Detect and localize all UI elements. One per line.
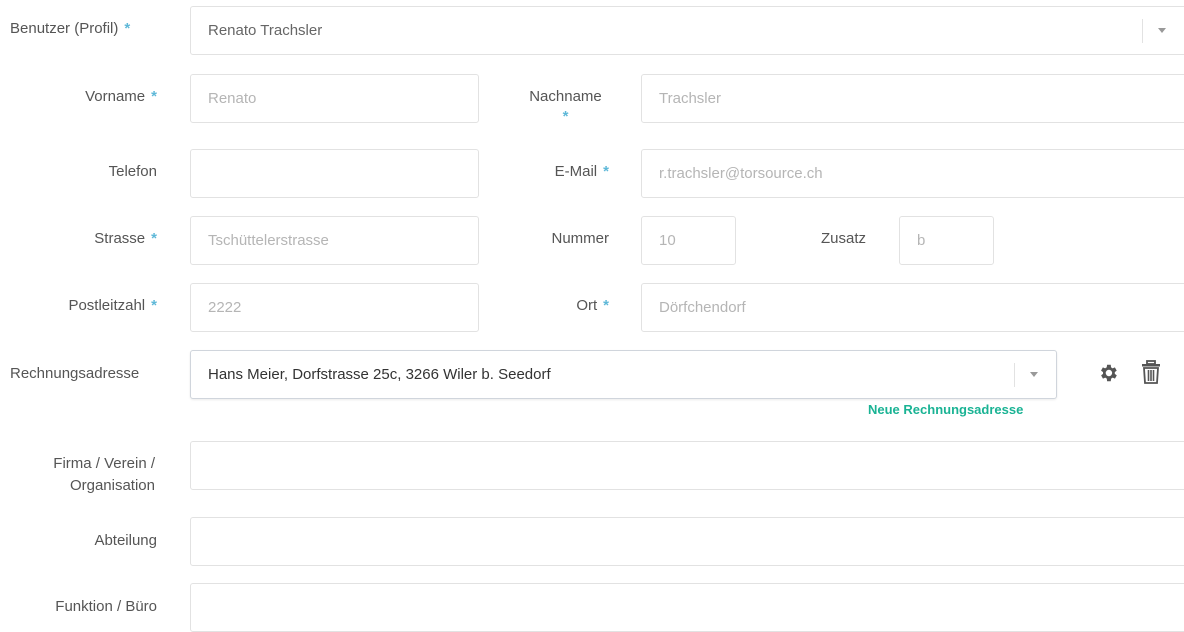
- chevron-down-icon[interactable]: [1030, 372, 1038, 377]
- nummer-value: 10: [659, 232, 676, 249]
- vorname-label: Vorname *: [85, 86, 157, 108]
- email-value: r.trachsler@torsource.ch: [659, 165, 823, 182]
- rechnungsadresse-label: Rechnungsadresse: [10, 363, 139, 385]
- abteilung-label-text: Abteilung: [94, 532, 157, 549]
- neue-rechnungsadresse-text: Neue Rechnungsadresse: [868, 402, 1024, 417]
- zusatz-label: Zusatz: [821, 228, 866, 250]
- ort-label: Ort *: [576, 295, 609, 317]
- neue-rechnungsadresse-link[interactable]: Neue Rechnungsadresse: [868, 402, 1023, 417]
- strasse-value: Tschüttelerstrasse: [208, 232, 329, 249]
- firma-label: Firma / Verein / Organisation: [10, 453, 155, 497]
- ort-label-text: Ort: [576, 297, 598, 314]
- vorname-label-text: Vorname: [85, 88, 146, 105]
- funktion-field[interactable]: [190, 583, 1184, 632]
- funktion-label-text: Funktion / Büro: [55, 598, 157, 615]
- rechnungsadresse-label-text: Rechnungsadresse: [10, 365, 140, 382]
- funktion-label: Funktion / Büro: [55, 596, 157, 618]
- required-marker: *: [151, 88, 157, 105]
- select-separator: [1142, 19, 1143, 43]
- benutzer-select-value: Renato Trachsler: [208, 22, 323, 39]
- nachname-field[interactable]: Trachsler: [641, 74, 1184, 123]
- trash-icon[interactable]: [1141, 360, 1161, 389]
- telefon-label-text: Telefon: [108, 163, 157, 180]
- nachname-value: Trachsler: [659, 90, 721, 107]
- email-label: E-Mail *: [555, 161, 609, 183]
- required-marker: *: [603, 163, 609, 180]
- chevron-down-icon[interactable]: [1158, 28, 1166, 33]
- benutzer-select[interactable]: Renato Trachsler: [190, 6, 1184, 55]
- ort-field[interactable]: Dörfchendorf: [641, 283, 1184, 332]
- vorname-field[interactable]: Renato: [190, 74, 479, 123]
- required-marker: *: [603, 297, 609, 314]
- nachname-label: Nachname *: [523, 86, 608, 128]
- firma-field[interactable]: [190, 441, 1184, 490]
- strasse-field[interactable]: Tschüttelerstrasse: [190, 216, 479, 265]
- firma-label-line2: Organisation: [69, 477, 155, 494]
- required-marker: *: [562, 108, 569, 125]
- nummer-label: Nummer: [551, 228, 609, 250]
- email-field[interactable]: r.trachsler@torsource.ch: [641, 149, 1184, 198]
- plz-value: 2222: [208, 299, 242, 316]
- zusatz-label-text: Zusatz: [820, 230, 866, 247]
- rechnungsadresse-select[interactable]: Hans Meier, Dorfstrasse 25c, 3266 Wiler …: [190, 350, 1057, 399]
- ort-value: Dörfchendorf: [659, 299, 746, 316]
- required-marker: *: [124, 20, 131, 37]
- strasse-label: Strasse *: [94, 228, 157, 250]
- nummer-label-text: Nummer: [551, 230, 609, 247]
- strasse-label-text: Strasse: [94, 230, 146, 247]
- firma-label-line1: Firma / Verein /: [53, 455, 155, 472]
- telefon-label: Telefon: [109, 161, 157, 183]
- plz-label-text: Postleitzahl: [68, 297, 146, 314]
- benutzer-label: Benutzer (Profil) *: [10, 18, 130, 40]
- plz-label: Postleitzahl *: [68, 295, 157, 317]
- zusatz-value: b: [917, 232, 926, 249]
- required-marker: *: [151, 230, 157, 247]
- email-label-text: E-Mail: [554, 163, 598, 180]
- abteilung-label: Abteilung: [94, 530, 157, 552]
- benutzer-label-text: Benutzer (Profil): [10, 20, 119, 37]
- abteilung-field[interactable]: [190, 517, 1184, 566]
- select-separator: [1014, 363, 1015, 387]
- rechnungsadresse-value: Hans Meier, Dorfstrasse 25c, 3266 Wiler …: [208, 366, 551, 383]
- gear-icon[interactable]: [1097, 362, 1119, 389]
- telefon-field[interactable]: [190, 149, 479, 198]
- plz-field[interactable]: 2222: [190, 283, 479, 332]
- nachname-label-text: Nachname: [529, 88, 602, 105]
- zusatz-field[interactable]: b: [899, 216, 994, 265]
- vorname-value: Renato: [208, 90, 257, 107]
- required-marker: *: [151, 297, 157, 314]
- nummer-field[interactable]: 10: [641, 216, 736, 265]
